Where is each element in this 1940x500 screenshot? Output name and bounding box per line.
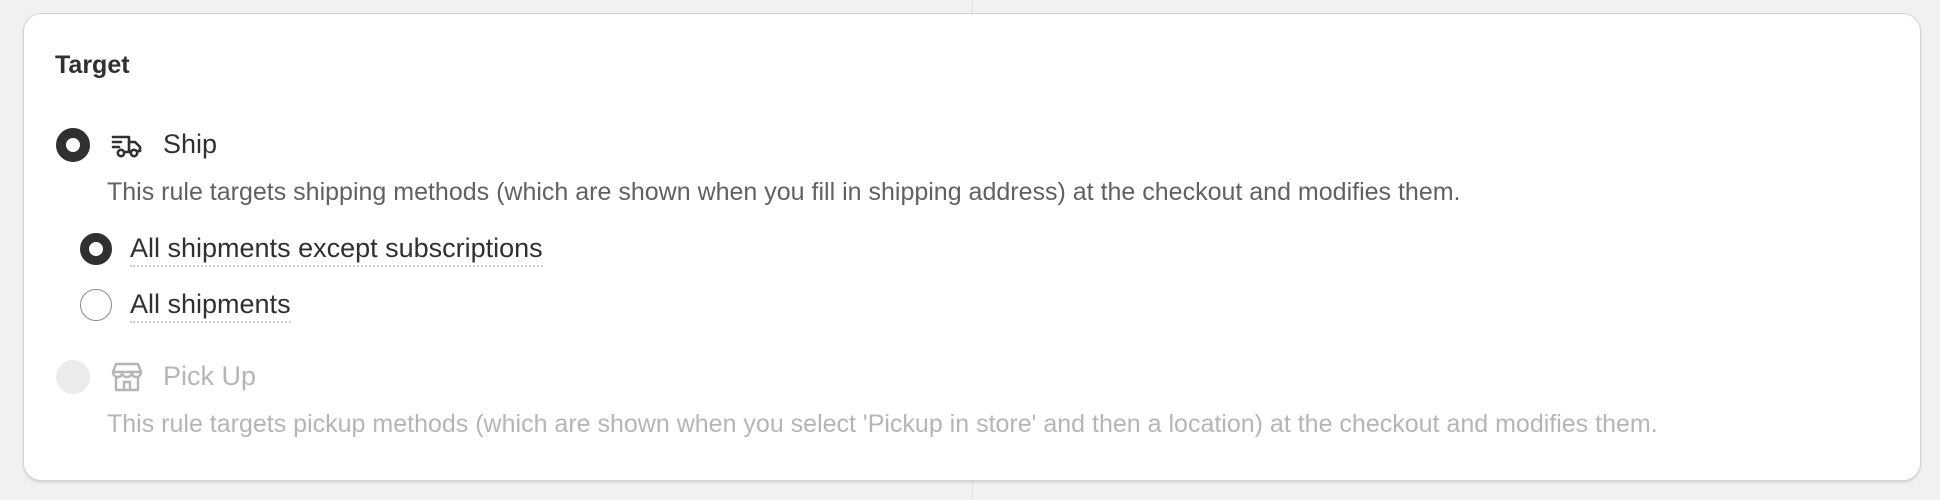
- pickup-option-description: This rule targets pickup methods (which …: [107, 410, 1658, 438]
- ship-option-label[interactable]: Ship: [163, 128, 217, 160]
- sub-option-radio-except-subscriptions[interactable]: [80, 233, 112, 265]
- sub-option-radio-all-shipments[interactable]: [80, 289, 112, 321]
- sub-option-label-all-shipments[interactable]: All shipments: [130, 288, 291, 323]
- pickup-option-label[interactable]: Pick Up: [163, 360, 256, 392]
- sub-option-label-except-subscriptions[interactable]: All shipments except subscriptions: [130, 232, 543, 267]
- pickup-radio[interactable]: [56, 360, 90, 394]
- ship-option-description: This rule targets shipping methods (whic…: [107, 178, 1461, 206]
- ship-radio[interactable]: [56, 128, 90, 162]
- store-icon: [110, 360, 144, 394]
- target-card: Target Ship This rule targets shipping m…: [23, 13, 1921, 481]
- card-title: Target: [55, 51, 130, 79]
- delivery-truck-icon: [110, 128, 144, 162]
